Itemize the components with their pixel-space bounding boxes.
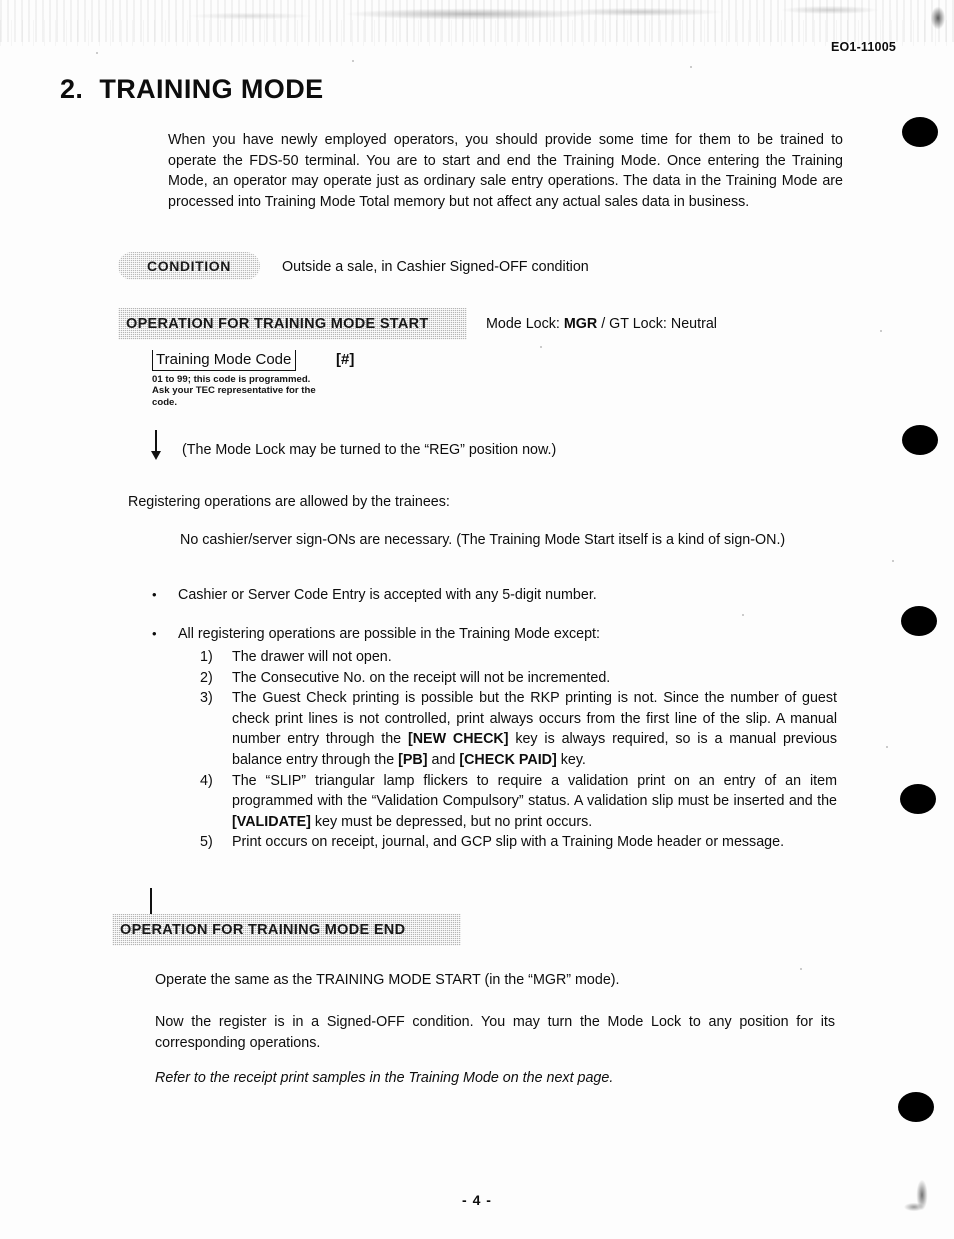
page-title-number: 2. [60,74,84,104]
registering-heading: Registering operations are allowed by th… [128,494,450,510]
binder-hole [901,606,937,636]
exception-marker: 1) [200,649,213,665]
exception-body: The Consecutive No. on the receipt will … [232,669,611,686]
bullet-item-cashier-code: • Cashier or Server Code Entry is accept… [152,585,842,606]
binder-hole [902,117,938,147]
operation-end-banner-label: OPERATION FOR TRAINING MODE END [120,922,406,938]
mode-lock-value: MGR [563,316,598,332]
exception-marker: 3) [200,690,213,707]
end-signedoff-note: Now the register is in a Signed-OFF cond… [155,1014,835,1051]
page-number: - 4 - [462,1192,492,1208]
scan-speckle [886,746,888,748]
binder-hole [902,425,938,455]
exception-body: The drawer will not open. [232,649,392,665]
operation-start-banner: OPERATION FOR TRAINING MODE START [118,308,467,340]
exception-marker: 5) [200,834,213,851]
scan-noise-band [0,0,954,42]
document-page: EO1-11005 2. TRAINING MODE When you have … [0,0,954,1239]
mode-lock-suffix: / GT Lock: Neutral [597,316,717,332]
exception-marker: 4) [200,772,213,789]
bullet-item-registering-except: • All registering operations are possibl… [152,624,842,645]
scan-smudge-top-right [916,2,950,42]
bullet-glyph-icon: • [152,587,157,602]
page-title-text: TRAINING MODE [99,74,324,104]
exception-list-item: 4) The “SLIP” triangular lamp flickers t… [200,771,837,833]
binder-hole [900,784,936,814]
end-instruction-line: Operate the same as the TRAINING MODE ST… [155,972,620,988]
exception-body: The Guest Check printing is possible but… [232,690,837,768]
mode-lock-prefix: Mode Lock: [486,316,564,332]
page-title: 2. TRAINING MODE [60,74,324,105]
flow-arrow-down [151,430,161,460]
scan-speckle [352,60,354,62]
operation-start-banner-label: OPERATION FOR TRAINING MODE START [126,316,429,332]
intro-paragraph: When you have newly employed operators, … [168,132,843,210]
document-code: EO1-11005 [830,40,896,54]
mode-lock-setting: Mode Lock: MGR / GT Lock: Neutral [486,314,846,335]
scan-noise-band-secondary [0,20,954,46]
training-mode-code-box: Training Mode Code [152,350,297,371]
exception-list-item: 2) The Consecutive No. on the receipt wi… [200,668,837,689]
exception-list-item: 5) Print occurs on receipt, journal, and… [200,832,837,853]
scan-speckle [690,66,692,68]
hash-key-symbol: [#] [336,351,355,368]
mode-lock-reg-note: (The Mode Lock may be turned to the “REG… [182,442,557,458]
bullet-glyph-icon: • [152,626,157,641]
exception-list: 1) The drawer will not open. 2) The Cons… [200,647,837,853]
bullet-item-label: Cashier or Server Code Entry is accepted… [178,587,597,603]
exception-body: The “SLIP” triangular lamp flickers to r… [232,772,837,830]
scan-speckle [892,560,894,562]
training-mode-code-note: 01 to 99; this code is programmed. Ask y… [152,374,316,408]
scan-speckle [880,330,882,332]
exception-list-item: 1) The drawer will not open. [200,647,837,668]
condition-badge-label: CONDITION [147,258,231,274]
scan-speckle [540,346,542,348]
condition-text: Outside a sale, in Cashier Signed-OFF co… [282,259,589,275]
scan-speckle [96,52,98,54]
scan-speckle [742,614,744,616]
binder-hole [898,1092,934,1122]
exception-list-item: 3) The Guest Check printing is possible … [200,688,837,770]
condition-badge: CONDITION [118,252,260,280]
registering-note: No cashier/server sign-ONs are necessary… [180,532,786,548]
exception-body: Print occurs on receipt, journal, and GC… [232,834,785,851]
next-page-reference: Refer to the receipt print samples in th… [155,1070,614,1086]
operation-end-banner: OPERATION FOR TRAINING MODE END [112,914,461,946]
exception-marker: 2) [200,669,213,686]
bullet-item-label: All registering operations are possible … [178,626,600,642]
